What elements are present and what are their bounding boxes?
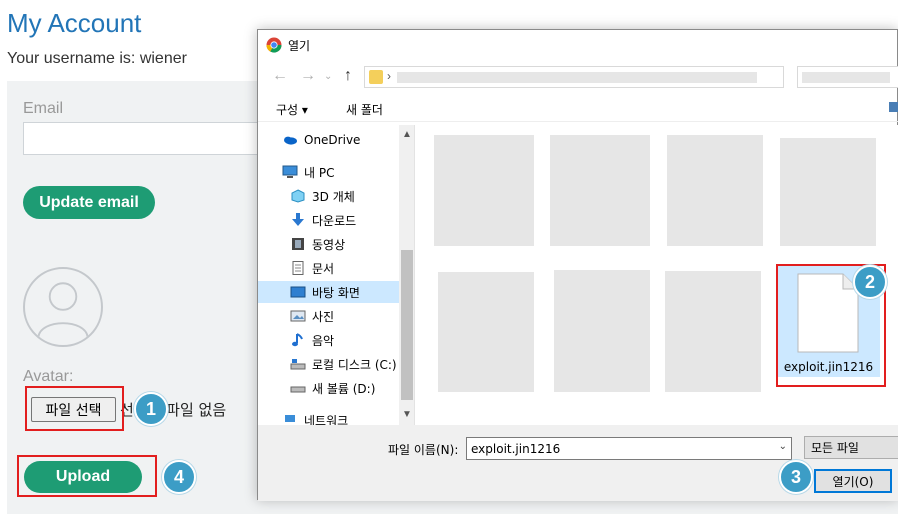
file-thumbnail[interactable] <box>434 135 534 246</box>
file-thumbnail[interactable] <box>780 138 876 246</box>
new-folder-button[interactable]: 새 폴더 <box>346 101 383 118</box>
sidebar-item-videos[interactable]: 동영상 <box>258 233 399 255</box>
sidebar-item-pictures[interactable]: 사진 <box>258 305 399 327</box>
history-chevron-icon[interactable]: ⌄ <box>324 71 332 82</box>
network-icon <box>282 413 298 425</box>
open-button[interactable]: 열기(O) <box>814 469 892 493</box>
step-1-highlight <box>25 386 124 431</box>
filename-input[interactable]: exploit.jin1216 ⌄ <box>466 437 792 460</box>
update-email-button[interactable]: Update email <box>23 186 155 219</box>
dialog-toolbar: 구성 ▾ 새 폴더 <box>258 96 898 122</box>
scroll-thumb[interactable] <box>401 250 413 400</box>
redacted-search <box>802 72 890 83</box>
chevron-down-icon[interactable]: ⌄ <box>779 441 787 452</box>
dialog-titlebar: 열기 <box>266 35 310 55</box>
avatar <box>23 267 103 347</box>
filename-label: 파일 이름(N): <box>388 443 459 457</box>
dialog-title: 열기 <box>288 38 311 53</box>
sidebar-item-onedrive[interactable]: OneDrive <box>258 129 399 151</box>
user-avatar-icon <box>37 282 89 338</box>
search-box[interactable] <box>797 66 898 88</box>
organize-menu[interactable]: 구성 ▾ <box>276 101 308 118</box>
email-label: Email <box>23 100 64 117</box>
up-arrow-icon[interactable]: ↑ <box>344 67 352 85</box>
step-1-badge: 1 <box>134 392 168 426</box>
desktop-icon <box>290 285 306 299</box>
chrome-icon <box>266 37 282 53</box>
folder-icon <box>369 70 383 84</box>
username-text: Your username is: wiener <box>7 50 187 67</box>
pc-icon <box>282 165 298 179</box>
scroll-down-icon[interactable]: ▼ <box>402 409 412 420</box>
file-thumbnail[interactable] <box>665 271 761 392</box>
sidebar-item-network[interactable]: 네트워크 <box>258 409 399 425</box>
filetype-select[interactable]: 모든 파일 <box>804 436 898 459</box>
avatar-label: Avatar: <box>23 368 74 385</box>
scroll-up-icon[interactable]: ▲ <box>402 129 412 140</box>
filename-value: exploit.jin1216 <box>471 441 561 456</box>
sidebar-item-3d-objects[interactable]: 3D 개체 <box>258 185 399 207</box>
sidebar-item-documents[interactable]: 문서 <box>258 257 399 279</box>
sidebar-item-this-pc[interactable]: 내 PC <box>258 161 399 183</box>
breadcrumb-chevron-icon: › <box>387 69 391 83</box>
address-bar-row: ← → ⌄ ↑ › <box>258 64 898 92</box>
sidebar-item-desktop[interactable]: 바탕 화면 <box>258 281 399 303</box>
step-3-badge: 3 <box>779 460 813 494</box>
redacted-path <box>397 72 757 83</box>
step-4-badge: 4 <box>162 460 196 494</box>
screenshot-root: My Account Your username is: wiener Emai… <box>0 0 898 514</box>
address-bar[interactable]: › <box>364 66 784 88</box>
file-thumbnail[interactable] <box>438 272 534 392</box>
sidebar-item-downloads[interactable]: 다운로드 <box>258 209 399 231</box>
drive-icon <box>290 357 306 371</box>
filetype-value: 모든 파일 <box>811 441 859 455</box>
file-thumbnail[interactable] <box>550 135 650 246</box>
step-2-badge: 2 <box>853 265 887 299</box>
view-options-icon[interactable] <box>889 102 898 112</box>
step-4-highlight <box>17 455 157 497</box>
3d-objects-icon <box>290 189 306 203</box>
download-icon <box>290 213 306 227</box>
music-icon <box>290 333 306 347</box>
sidebar-item-music[interactable]: 음악 <box>258 329 399 351</box>
file-thumbnail[interactable] <box>554 270 650 392</box>
video-icon <box>290 237 306 251</box>
navigation-pane: OneDrive 내 PC 3D 개체 다운로드 동영상 문서 바탕 화면 사진… <box>258 125 415 425</box>
file-thumbnail[interactable] <box>667 135 763 246</box>
sidebar-item-volume-d[interactable]: 새 볼륨 (D:) <box>258 377 399 399</box>
email-field[interactable] <box>23 122 263 155</box>
page-title: My Account <box>7 8 142 38</box>
forward-arrow-icon[interactable]: → <box>300 67 316 85</box>
drive-icon <box>290 381 306 395</box>
document-icon <box>290 261 306 275</box>
pictures-icon <box>290 309 306 323</box>
onedrive-icon <box>282 133 298 147</box>
back-arrow-icon[interactable]: ← <box>272 67 288 85</box>
nav-scrollbar[interactable]: ▲ ▼ <box>399 125 414 425</box>
sidebar-item-local-disk-c[interactable]: 로컬 디스크 (C:) <box>258 353 399 375</box>
